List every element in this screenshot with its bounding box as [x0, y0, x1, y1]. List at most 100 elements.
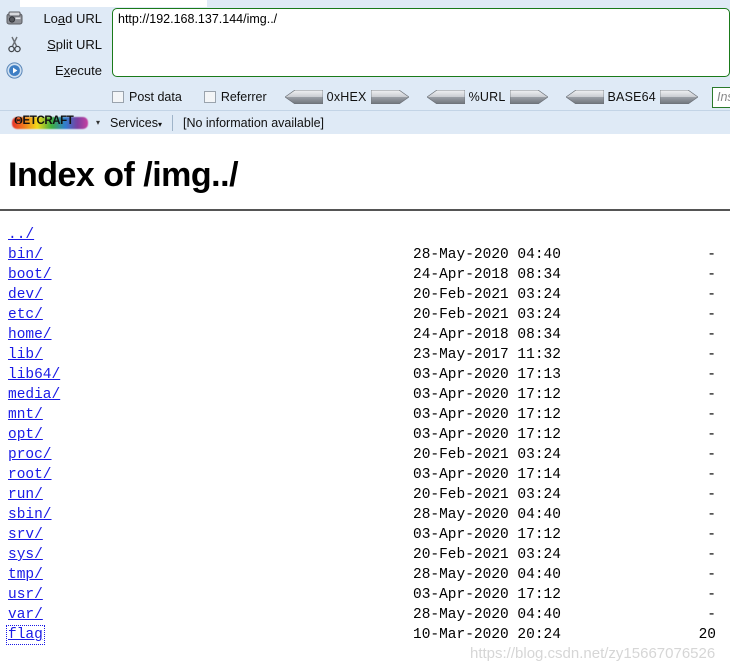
directory-row: srv/03-Apr-2020 17:12 - — [8, 525, 730, 545]
entry-size: - — [707, 487, 716, 503]
entry-timestamp: 03-Apr-2020 17:12 — [413, 387, 561, 403]
entry-size: - — [707, 387, 716, 403]
entry-timestamp: 20-Feb-2021 03:24 — [413, 287, 561, 303]
hackbar-toolbar: Load URL Split URL Execute http://192.16… — [0, 0, 730, 110]
execute-button[interactable]: Execute — [0, 58, 108, 82]
url-encoder-label: %URL — [468, 90, 506, 104]
netcraft-logo-text: ETCRAFT — [22, 115, 74, 127]
directory-link[interactable]: lib64/ — [8, 367, 60, 383]
referrer-checkbox-box[interactable] — [203, 91, 216, 103]
load-url-icon — [0, 11, 28, 26]
base64-encoder-label: BASE64 — [607, 90, 656, 104]
entry-size: - — [707, 507, 716, 523]
directory-index-page: Index of /img../ ../ bin/28-May-2020 04:4… — [0, 134, 730, 668]
entry-size: - — [707, 467, 716, 483]
directory-link[interactable]: sbin/ — [8, 507, 52, 523]
base64-encoder-group: BASE64 — [564, 89, 699, 105]
scissors-icon — [0, 36, 28, 53]
entry-timestamp: 20-Feb-2021 03:24 — [413, 447, 561, 463]
netcraft-services-menu[interactable]: Services▾ — [110, 116, 162, 130]
entry-timestamp: 03-Apr-2020 17:12 — [413, 407, 561, 423]
directory-link[interactable]: root/ — [8, 467, 52, 483]
hex-decode-button[interactable] — [284, 89, 324, 105]
entry-size: - — [707, 567, 716, 583]
directory-row: run/20-Feb-2021 03:24 - — [8, 485, 730, 505]
directory-link[interactable]: sys/ — [8, 547, 43, 563]
entry-timestamp: 03-Apr-2020 17:14 — [413, 467, 561, 483]
directory-link[interactable]: ../ — [8, 227, 34, 243]
directory-row: lib/23-May-2017 11:32 - — [8, 345, 730, 365]
url-encoder-group: %URL — [425, 89, 549, 105]
directory-link[interactable]: proc/ — [8, 447, 52, 463]
entry-size: - — [707, 607, 716, 623]
entry-timestamp: 24-Apr-2018 08:34 — [413, 327, 561, 343]
directory-row: ../ — [8, 225, 730, 245]
hex-encode-button[interactable] — [370, 89, 410, 105]
entry-timestamp: 03-Apr-2020 17:12 — [413, 427, 561, 443]
hex-encoder-label: 0xHEX — [326, 90, 367, 104]
directory-row: usr/03-Apr-2020 17:12 - — [8, 585, 730, 605]
netcraft-toolbar: ΘETCRAFT ▾ Services▾ [No information ava… — [0, 110, 730, 134]
directory-row: etc/20-Feb-2021 03:24 - — [8, 305, 730, 325]
entry-size: - — [707, 447, 716, 463]
netcraft-separator — [171, 114, 173, 131]
directory-link[interactable]: flag — [6, 625, 45, 645]
directory-link[interactable]: mnt/ — [8, 407, 43, 423]
directory-link[interactable]: etc/ — [8, 307, 43, 323]
directory-link[interactable]: home/ — [8, 327, 52, 343]
entry-size: - — [707, 267, 716, 283]
entry-timestamp: 20-Feb-2021 03:24 — [413, 487, 561, 503]
entry-size: - — [707, 247, 716, 263]
hackbar-action-list: Load URL Split URL Execute — [0, 6, 108, 84]
entry-timestamp: 20-Feb-2021 03:24 — [413, 547, 561, 563]
entry-size: - — [707, 587, 716, 603]
directory-link[interactable]: dev/ — [8, 287, 43, 303]
url-input[interactable] — [112, 8, 730, 77]
entry-timestamp: 24-Apr-2018 08:34 — [413, 267, 561, 283]
directory-row: sbin/28-May-2020 04:40 - — [8, 505, 730, 525]
split-url-button[interactable]: Split URL — [0, 32, 108, 56]
url-decode-button[interactable] — [425, 89, 465, 105]
entry-timestamp: 03-Apr-2020 17:12 — [413, 587, 561, 603]
base64-decode-button[interactable] — [564, 89, 604, 105]
netcraft-info-text: [No information available] — [182, 115, 325, 130]
post-data-checkbox[interactable]: Post data — [112, 90, 182, 104]
directory-link[interactable]: lib/ — [8, 347, 43, 363]
entry-size: - — [707, 307, 716, 323]
entry-size: - — [707, 327, 716, 343]
entry-size: - — [707, 527, 716, 543]
url-encode-button[interactable] — [509, 89, 549, 105]
entry-timestamp: 20-Feb-2021 03:24 — [413, 307, 561, 323]
execute-play-icon — [0, 61, 28, 79]
page-title: Index of /img../ — [8, 156, 239, 194]
directory-link[interactable]: usr/ — [8, 587, 43, 603]
referrer-checkbox[interactable]: Referrer — [203, 90, 267, 104]
directory-link[interactable]: tmp/ — [8, 567, 43, 583]
directory-link[interactable]: var/ — [8, 607, 43, 623]
split-url-label: Split URL — [47, 36, 102, 52]
entry-size: - — [707, 287, 716, 303]
directory-link[interactable]: srv/ — [8, 527, 43, 543]
directory-row: home/24-Apr-2018 08:34 - — [8, 325, 730, 345]
directory-link[interactable]: boot/ — [8, 267, 52, 283]
directory-link[interactable]: run/ — [8, 487, 43, 503]
execute-label: Execute — [55, 62, 102, 78]
directory-row: dev/20-Feb-2021 03:24 - — [8, 285, 730, 305]
netcraft-logo-icon: ΘETCRAFT — [12, 115, 88, 130]
directory-row: lib64/03-Apr-2020 17:13 - — [8, 365, 730, 385]
directory-link[interactable]: opt/ — [8, 427, 43, 443]
insert-string-input[interactable] — [711, 86, 730, 108]
entry-timestamp: 28-May-2020 04:40 — [413, 567, 561, 583]
load-url-button[interactable]: Load URL — [0, 6, 108, 30]
directory-row: bin/28-May-2020 04:40 - — [8, 245, 730, 265]
directory-row: flag 10-Mar-2020 20:24 20 — [6, 625, 730, 645]
base64-encode-button[interactable] — [659, 89, 699, 105]
directory-row: sys/20-Feb-2021 03:24 - — [8, 545, 730, 565]
entry-size: - — [707, 427, 716, 443]
directory-link[interactable]: bin/ — [8, 247, 43, 263]
entry-size: 20 — [698, 627, 716, 643]
directory-link[interactable]: media/ — [8, 387, 60, 403]
post-data-checkbox-box[interactable] — [112, 91, 124, 103]
entry-size: - — [707, 367, 716, 383]
netcraft-dropdown-caret-icon[interactable]: ▾ — [96, 118, 100, 127]
